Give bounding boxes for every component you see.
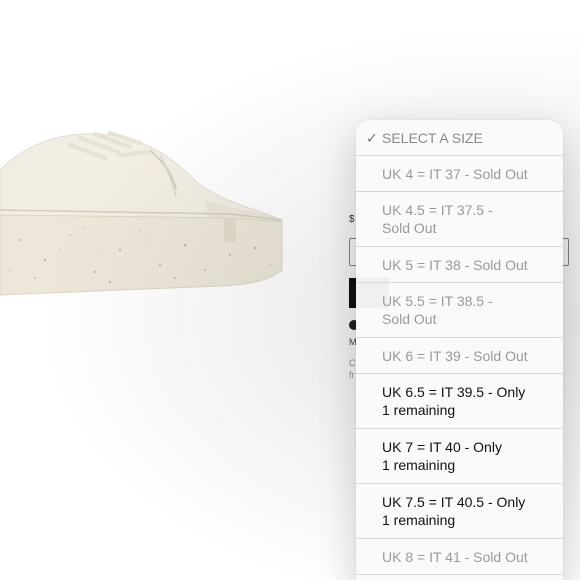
- option-label: UK 4 = IT 37 - Sold Out: [382, 165, 528, 182]
- option-label: UK 6 = IT 39 - Sold Out: [382, 347, 528, 364]
- picker-option-select-a-size[interactable]: ✓ SELECT A SIZE: [356, 120, 563, 156]
- checkmark-icon: ✓: [366, 129, 378, 146]
- option-label: UK 5 = IT 38 - Sold Out: [382, 256, 528, 273]
- option-label: UK 8 = IT 41 - Sold Out: [382, 548, 528, 565]
- picker-option-uk-7[interactable]: UK 7 = IT 40 - Only 1 remaining: [356, 429, 563, 484]
- picker-option-uk-6-5[interactable]: UK 6.5 = IT 39.5 - Only 1 remaining: [356, 374, 563, 429]
- shipping-text-2: fr: [349, 370, 355, 380]
- shipping-text: C: [349, 358, 356, 368]
- size-picker-popup: ✓ SELECT A SIZE UK 4 = IT 37 - Sold Out …: [356, 120, 563, 580]
- option-label: UK 7 = IT 40 - Only 1 remaining: [382, 439, 502, 473]
- picker-option-uk-8[interactable]: UK 8 = IT 41 - Sold Out: [356, 539, 563, 575]
- option-label: UK 7.5 = IT 40.5 - Only 1 remaining: [382, 494, 526, 528]
- picker-option-uk-4-5[interactable]: UK 4.5 = IT 37.5 - Sold Out: [356, 192, 563, 247]
- price-text: $: [349, 214, 355, 225]
- picker-option-uk-7-5[interactable]: UK 7.5 = IT 40.5 - Only 1 remaining: [356, 484, 563, 539]
- picker-option-uk-5[interactable]: UK 5 = IT 38 - Sold Out: [356, 247, 563, 283]
- sneaker-product-image[interactable]: [0, 100, 300, 320]
- picker-option-uk-5-5[interactable]: UK 5.5 = IT 38.5 - Sold Out: [356, 283, 563, 338]
- picker-option-uk-6[interactable]: UK 6 = IT 39 - Sold Out: [356, 338, 563, 374]
- product-page: $ M C fr ✓ SELECT A SIZE UK 4 = IT 37 - …: [0, 0, 580, 580]
- option-label: SELECT A SIZE: [382, 129, 483, 146]
- option-label: UK 5.5 = IT 38.5 - Sold Out: [382, 293, 493, 327]
- option-label: UK 4.5 = IT 37.5 - Sold Out: [382, 202, 493, 236]
- picker-option-uk-4[interactable]: UK 4 = IT 37 - Sold Out: [356, 156, 563, 192]
- option-label: UK 6.5 = IT 39.5 - Only 1 remaining: [382, 384, 526, 418]
